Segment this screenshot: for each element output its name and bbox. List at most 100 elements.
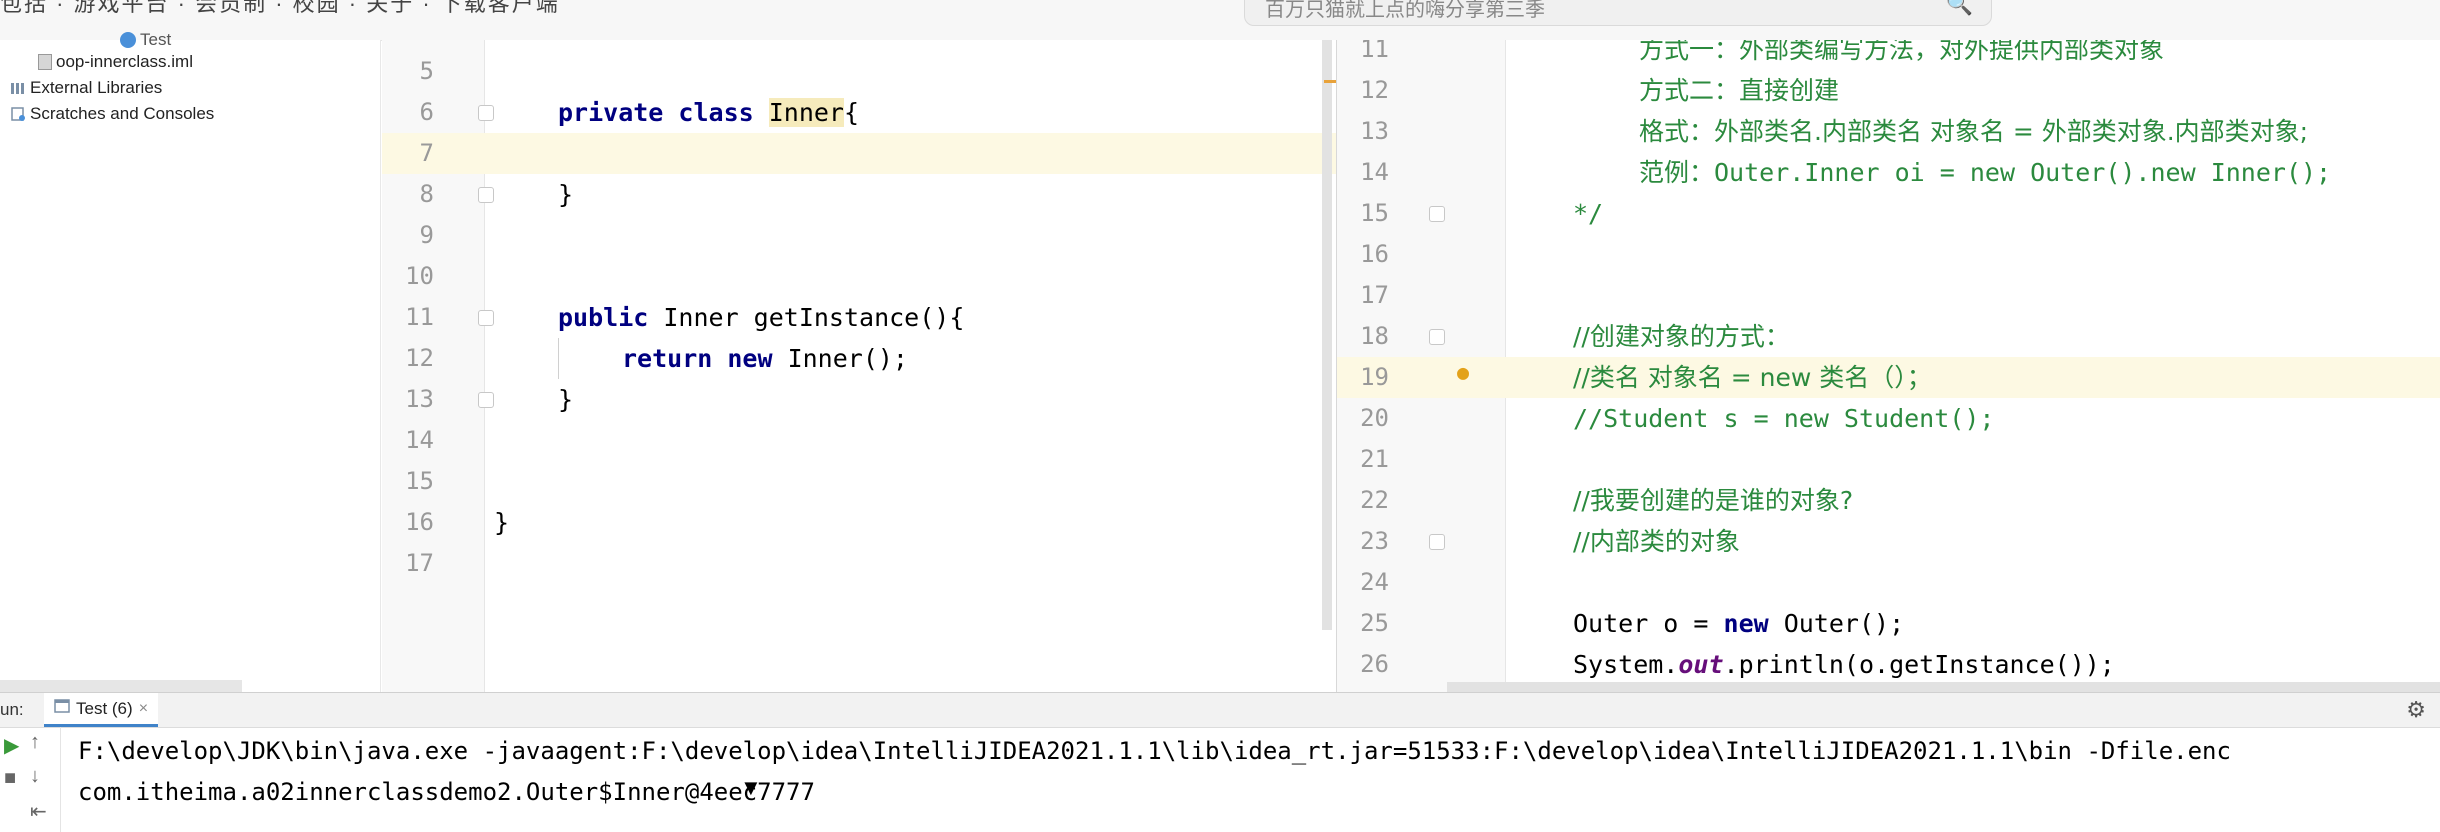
- code-text: Outer o =: [1573, 609, 1724, 638]
- line-number: 17: [405, 549, 434, 577]
- fold-marker-icon[interactable]: [478, 392, 494, 408]
- fold-marker-icon[interactable]: [1429, 534, 1445, 550]
- run-config-icon: [54, 698, 70, 719]
- line-number: 6: [419, 98, 434, 126]
- code-text: public Inner getInstance(){: [558, 297, 964, 338]
- code-line[interactable]: 14 范例：Outer.Inner oi = new Outer().new I…: [1337, 152, 2440, 193]
- editor-right-horizontal-scrollbar[interactable]: [1447, 682, 2440, 692]
- fold-marker-icon[interactable]: [478, 187, 494, 203]
- scratches-icon: [10, 106, 26, 122]
- code-line[interactable]: 13 }: [382, 379, 1336, 420]
- line-number: 10: [405, 262, 434, 290]
- run-label: un:: [0, 700, 24, 719]
- tree-item-label: oop-innerclass.iml: [56, 52, 193, 71]
- comment-text: 范例：Outer.Inner oi = new Outer().new Inne…: [1639, 158, 2332, 187]
- code-line[interactable]: 11 public Inner getInstance(){: [382, 297, 1336, 338]
- stop-icon[interactable]: ■: [4, 767, 16, 790]
- comment-text: //Student s = new Student();: [1573, 404, 1995, 433]
- code-line[interactable]: 25 Outer o = new Outer();: [1337, 603, 2440, 644]
- editor-left[interactable]: 5 6 private class Inner{ 7 8 } 9 10 11 p…: [382, 40, 1336, 692]
- line-number: 13: [405, 385, 434, 413]
- tree-item-iml[interactable]: oop-innerclass.iml: [38, 52, 193, 72]
- code-line[interactable]: 18 //创建对象的方式：: [1337, 316, 2440, 357]
- line-number: 7: [419, 139, 434, 167]
- editor-left-vertical-scrollbar[interactable]: [1322, 40, 1332, 630]
- run-tab-bar: un: Test (6) × ⚙: [0, 693, 2440, 728]
- code-text: System.out.println(o.getInstance());: [1573, 644, 2115, 685]
- line-number: 19: [1360, 363, 1389, 391]
- code-line[interactable]: 14: [382, 420, 1336, 461]
- tree-item-external-libraries[interactable]: External Libraries: [10, 78, 162, 98]
- gear-icon[interactable]: ⚙: [2406, 697, 2426, 723]
- fold-marker-icon[interactable]: [478, 105, 494, 121]
- console-output[interactable]: F:\develop\JDK\bin\java.exe -javaagent:F…: [78, 731, 2231, 813]
- keyword-text: private class: [558, 98, 769, 127]
- code-text: Inner();: [772, 344, 908, 373]
- code-text: {: [843, 98, 860, 127]
- keyword-text: new: [1723, 609, 1769, 638]
- arrow-up-icon[interactable]: ↑: [30, 731, 40, 754]
- tree-horizontal-scrollbar[interactable]: [0, 680, 242, 692]
- code-line[interactable]: 5: [382, 51, 1336, 92]
- tree-item-test[interactable]: Test: [120, 30, 171, 50]
- code-line[interactable]: 9: [382, 215, 1336, 256]
- arrow-down-icon[interactable]: ↓: [30, 765, 40, 788]
- code-line[interactable]: 20 //Student s = new Student();: [1337, 398, 2440, 439]
- code-text: Outer();: [1768, 609, 1905, 638]
- code-text: private class Inner{: [558, 92, 859, 133]
- comment-text: //我要创建的是谁的对象?: [1573, 486, 1854, 515]
- rerun-icon[interactable]: ▶: [4, 733, 19, 758]
- code-text: }: [494, 508, 510, 537]
- code-line[interactable]: 11 方式一：外部类编写方法，对外提供内部类对象: [1337, 40, 2440, 70]
- console-line: F:\develop\JDK\bin\java.exe -javaagent:F…: [78, 737, 2231, 765]
- code-line-current[interactable]: 19 //类名 对象名 = new 类名（）；: [1337, 357, 2440, 398]
- code-line[interactable]: 12 方式二：直接创建: [1337, 70, 2440, 111]
- line-number: 13: [1360, 117, 1389, 145]
- comment-text: //类名 对象名 = new 类名（）；: [1573, 363, 1932, 392]
- comment-text: 方式二：直接创建: [1639, 76, 1840, 105]
- code-text: }: [558, 385, 574, 414]
- search-box[interactable]: 百万只猫就上点的嗨分享第三季 🔍: [1244, 0, 1992, 26]
- run-tool-window: un: Test (6) × ⚙ ▶ ↑ ■ ↓ ⇤ F:\develop\JD…: [0, 692, 2440, 832]
- line-number: 22: [1360, 486, 1389, 514]
- fold-marker-icon[interactable]: [1429, 329, 1445, 345]
- code-line[interactable]: 17: [1337, 275, 2440, 316]
- tree-item-scratches[interactable]: Scratches and Consoles: [10, 104, 214, 124]
- tab-run-test[interactable]: Test (6) ×: [44, 693, 159, 727]
- tab-label: Test (6): [76, 698, 133, 718]
- line-number: 8: [419, 180, 434, 208]
- code-line[interactable]: 26 System.out.println(o.getInstance());: [1337, 644, 2440, 685]
- code-line[interactable]: 8 }: [382, 174, 1336, 215]
- code-line[interactable]: 10: [382, 256, 1336, 297]
- code-line[interactable]: 13 格式：外部类名.内部类名 对象名 = 外部类对象.内部类对象;: [1337, 111, 2440, 152]
- line-number: 23: [1360, 527, 1389, 555]
- code-line[interactable]: 6 private class Inner{: [382, 92, 1336, 133]
- code-line[interactable]: 15 */: [1337, 193, 2440, 234]
- fold-marker-icon[interactable]: [478, 310, 494, 326]
- run-toolbar: ▶ ↑ ■ ↓ ⇤: [0, 727, 61, 832]
- code-line[interactable]: 16: [1337, 234, 2440, 275]
- line-number: 5: [419, 57, 434, 85]
- code-line[interactable]: 23 //内部类的对象: [1337, 521, 2440, 562]
- code-line-current[interactable]: 7: [382, 133, 1336, 174]
- line-number: 14: [405, 426, 434, 454]
- search-icon[interactable]: 🔍: [1946, 0, 1973, 17]
- tree-item-label: Scratches and Consoles: [30, 104, 215, 123]
- editor-right[interactable]: 11 方式一：外部类编写方法，对外提供内部类对象 12 方式二：直接创建 13 …: [1336, 40, 2440, 692]
- code-line[interactable]: 17: [382, 543, 1336, 584]
- code-line[interactable]: 15: [382, 461, 1336, 502]
- code-line[interactable]: 21: [1337, 439, 2440, 480]
- comment-text: 格式：外部类名.内部类名 对象名 = 外部类对象.内部类对象;: [1639, 117, 2309, 146]
- code-line[interactable]: 16 }: [382, 502, 1336, 543]
- close-icon[interactable]: ×: [139, 700, 148, 718]
- code-line[interactable]: 22 //我要创建的是谁的对象?: [1337, 480, 2440, 521]
- fold-marker-icon[interactable]: [1429, 206, 1445, 222]
- console-line: com.itheima.a02innerclassdemo2.Outer$Inn…: [78, 778, 815, 806]
- line-number: 26: [1360, 650, 1389, 678]
- lightbulb-icon[interactable]: ●: [1457, 360, 1469, 384]
- line-number: 17: [1360, 281, 1389, 309]
- line-number: 9: [419, 221, 434, 249]
- soft-wrap-icon[interactable]: ⇤: [30, 799, 47, 824]
- code-line[interactable]: 24: [1337, 562, 2440, 603]
- code-line[interactable]: 12 return new Inner();: [382, 338, 1336, 379]
